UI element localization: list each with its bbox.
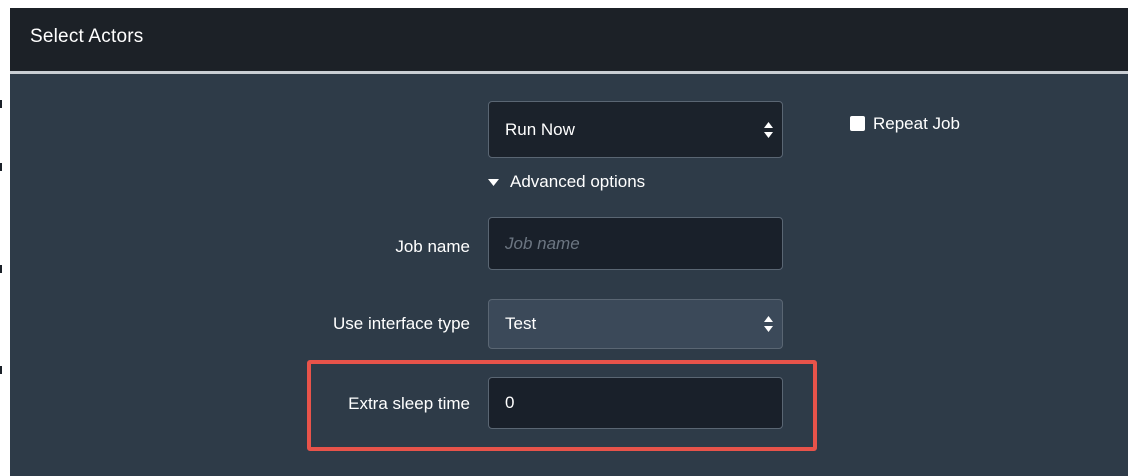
select-actors-panel: Select Actors Run Now Repeat Job Advance… (10, 8, 1128, 476)
panel-header: Select Actors (10, 8, 1128, 74)
edge-mark (0, 265, 2, 273)
checkbox-icon[interactable] (850, 116, 865, 131)
interface-type-select[interactable]: Test (488, 299, 783, 349)
interface-type-value: Test (505, 314, 537, 333)
repeat-job-label: Repeat Job (873, 114, 960, 133)
advanced-options-label: Advanced options (510, 172, 646, 191)
schedule-select[interactable]: Run Now (488, 101, 783, 158)
schedule-select-value: Run Now (505, 119, 575, 139)
edge-mark (0, 163, 2, 171)
edge-mark (0, 366, 2, 374)
sleep-time-label: Extra sleep time (348, 394, 470, 413)
panel-title: Select Actors (30, 26, 144, 47)
select-arrows-icon (764, 316, 773, 332)
interface-type-label: Use interface type (332, 314, 470, 333)
caret-down-icon (488, 179, 499, 186)
job-name-input[interactable] (488, 217, 783, 270)
select-arrows-icon (764, 121, 773, 138)
edge-mark (0, 100, 2, 108)
job-name-label: Job name (395, 237, 470, 256)
sleep-time-input[interactable] (488, 377, 783, 429)
